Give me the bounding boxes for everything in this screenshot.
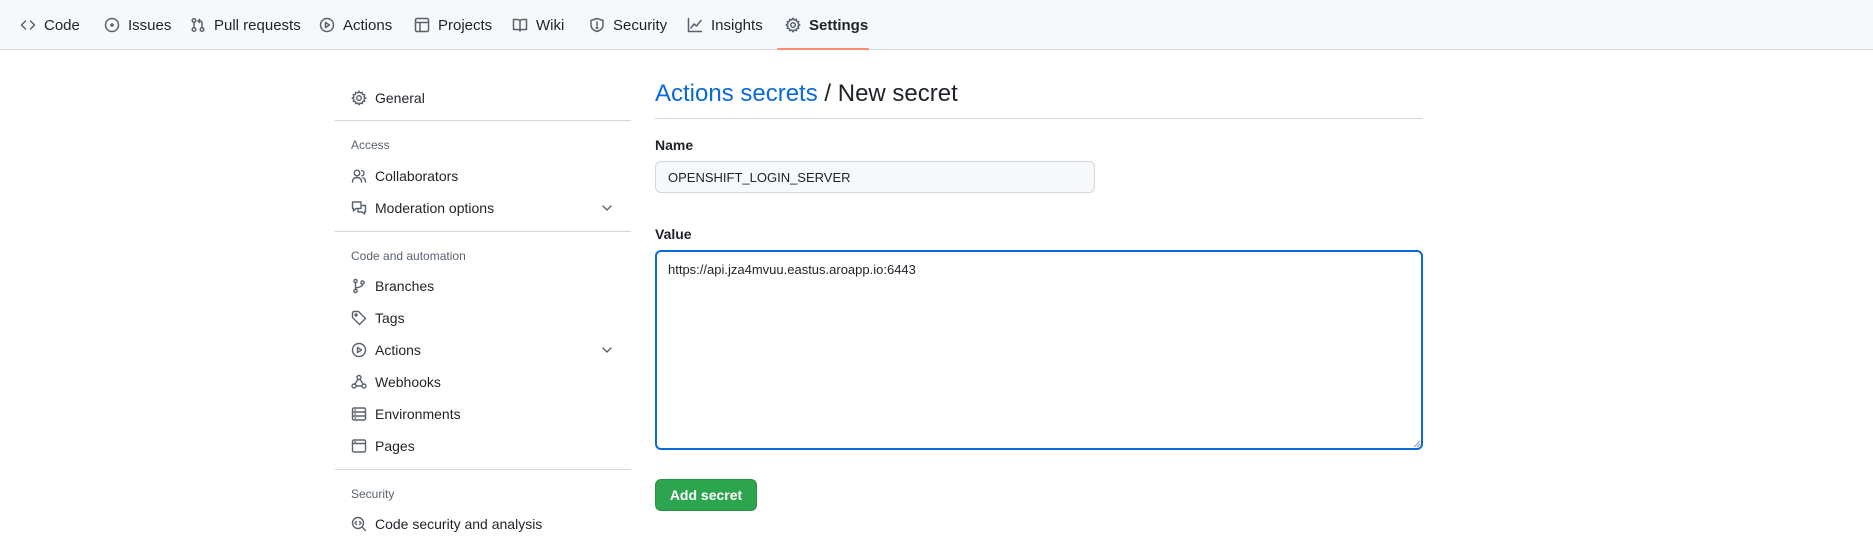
tab-actions[interactable]: Actions [319,0,392,50]
tab-wiki[interactable]: Wiki [512,0,564,50]
sidebar-item-webhooks[interactable]: Webhooks [335,366,631,398]
page-title: Actions secrets / New secret [655,80,958,108]
tab-wiki-label: Wiki [536,16,565,34]
sidebar-item-actions[interactable]: Actions [335,334,631,366]
shield-icon [590,17,604,33]
sidebar-item-branches[interactable]: Branches [335,270,631,302]
tab-settings[interactable]: Settings [785,0,868,50]
sidebar-item-label: Actions [375,342,421,358]
sidebar-heading-access: Access [351,138,390,152]
people-icon [351,169,367,183]
sidebar-item-general[interactable]: General [335,82,631,114]
sidebar-item-environments[interactable]: Environments [335,398,631,430]
sidebar-item-code-security[interactable]: Code security and analysis [335,508,631,540]
tab-insights[interactable]: Insights [687,0,763,50]
breadcrumb-current: New secret [837,80,958,107]
sidebar-heading-code-automation: Code and automation [351,249,466,263]
name-label: Name [655,137,694,153]
sidebar-divider [335,231,631,232]
server-icon [351,407,367,421]
tab-actions-label: Actions [343,16,393,34]
resize-handle-icon[interactable] [1411,438,1421,448]
tab-security[interactable]: Security [589,0,667,50]
sidebar-divider [335,120,631,121]
tab-issues-label: Issues [128,16,172,34]
tab-code[interactable]: Code [20,0,80,50]
sidebar-item-label: Code security and analysis [375,516,543,532]
tab-projects[interactable]: Projects [414,0,492,50]
graph-icon [687,17,703,33]
chevron-down-icon[interactable] [599,200,615,216]
book-icon [512,18,528,32]
tab-insights-label: Insights [711,16,763,34]
sidebar-divider [335,469,631,470]
selected-tab-underline [777,48,869,50]
sidebar-item-label: Webhooks [375,374,441,390]
tab-pull-requests-label: Pull requests [214,16,301,34]
git-pull-request-icon [191,17,205,33]
codescan-icon [351,516,367,532]
table-icon [414,17,430,33]
sidebar-item-label: Moderation options [375,200,495,216]
sidebar-item-moderation-options[interactable]: Moderation options [335,192,631,224]
tab-security-label: Security [613,16,668,34]
sidebar-item-label: Tags [375,310,405,326]
tab-projects-label: Projects [438,16,493,34]
breadcrumb-actions-secrets-link[interactable]: Actions secrets [655,80,818,107]
webhook-icon [351,374,367,389]
tab-pull-requests[interactable]: Pull requests [190,0,301,50]
play-icon [351,342,367,358]
browser-icon [351,439,367,453]
code-icon [20,20,36,30]
tab-code-label: Code [44,16,80,34]
value-label: Value [655,226,692,242]
tab-issues[interactable]: Issues [104,0,171,50]
breadcrumb-separator: / [817,80,838,107]
sidebar-item-label: General [375,90,425,106]
sidebar-item-collaborators[interactable]: Collaborators [335,160,631,192]
secret-value-textarea[interactable]: https://api.jza4mvuu.eastus.aroapp.io:64… [655,250,1423,450]
sidebar-item-label: Collaborators [375,168,459,184]
gear-icon [785,17,801,33]
play-icon [319,17,335,33]
gear-icon [351,90,367,106]
sidebar-item-label: Pages [375,438,415,454]
git-branch-icon [353,278,365,294]
repo-navigation: Code Issues Pull requests Actions Projec… [0,0,1873,50]
sidebar-item-pages[interactable]: Pages [335,430,631,462]
sidebar-heading-security: Security [351,487,395,501]
title-divider [655,118,1423,119]
tab-settings-label: Settings [809,16,869,34]
add-secret-button[interactable]: Add secret [655,479,757,511]
secret-name-input[interactable] [655,161,1095,193]
issue-opened-icon [104,17,120,33]
sidebar-item-tags[interactable]: Tags [335,302,631,334]
tag-icon [351,310,367,326]
comment-discussion-icon [351,201,367,215]
sidebar-item-label: Branches [375,278,435,294]
chevron-down-icon[interactable] [599,342,615,358]
sidebar-item-label: Environments [375,406,461,422]
